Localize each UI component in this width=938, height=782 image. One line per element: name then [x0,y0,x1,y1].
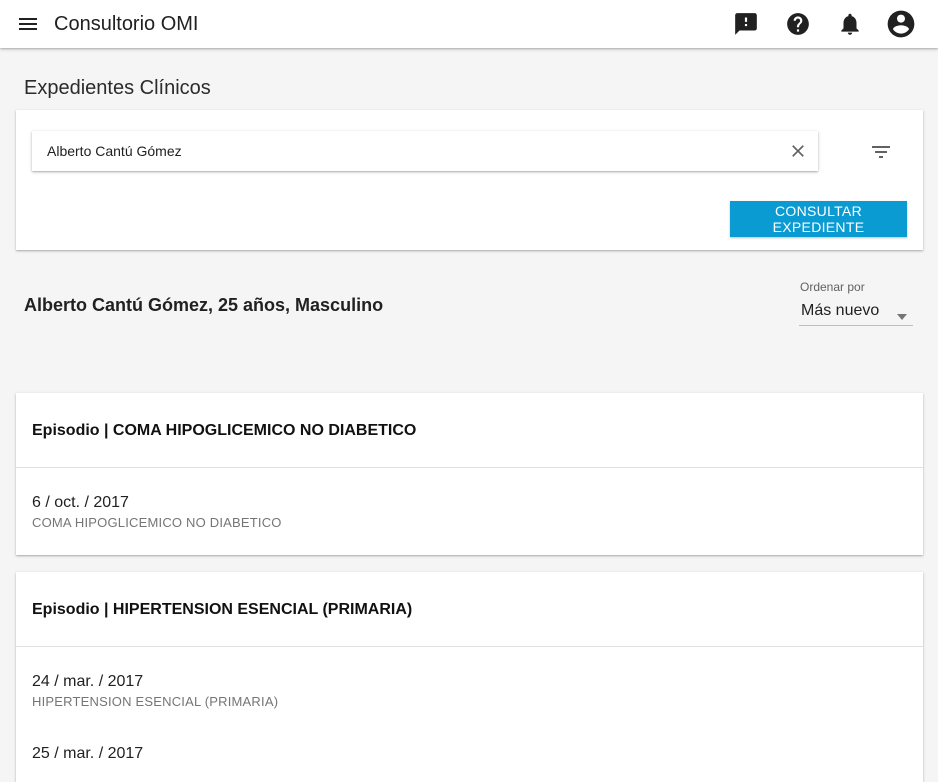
sort-select[interactable]: Más nuevo [799,299,913,326]
entry-date: 6 / oct. / 2017 [32,494,129,511]
episode-title: Episodio | HIPERTENSION ESENCIAL (PRIMAR… [32,601,413,618]
consult-record-button[interactable]: CONSULTAR EXPEDIENTE [730,201,907,237]
entry-description: COMA HIPOGLICEMICO NO DIABETICO [32,515,282,530]
chevron-down-icon [897,307,907,320]
page-title: Expedientes Clínicos [24,77,211,99]
search-card: CONSULTAR EXPEDIENTE [16,110,923,250]
menu-icon[interactable] [16,12,40,36]
entry-date: 25 / mar. / 2017 [32,745,144,762]
patient-heading: Alberto Cantú Gómez, 25 años, Masculino [24,295,384,315]
search-field [32,131,818,171]
filter-icon[interactable] [869,140,893,164]
close-icon[interactable] [788,141,808,161]
notifications-icon[interactable] [837,11,863,37]
episode-entry[interactable]: 25 / mar. / 2017 [32,744,143,766]
sort-label: Ordenar por [800,280,865,294]
search-input[interactable] [32,131,772,171]
episode-title: Episodio | COMA HIPOGLICEMICO NO DIABETI… [32,422,417,439]
entry-date: 24 / mar. / 2017 [32,673,144,690]
account-circle-icon[interactable] [885,8,917,40]
episode-divider [16,646,923,647]
episode-entry[interactable]: 24 / mar. / 2017 HIPERTENSION ESENCIAL (… [32,672,278,710]
app-bar: Consultorio OMI [0,0,938,48]
episode-card: Episodio | COMA HIPOGLICEMICO NO DIABETI… [16,393,923,555]
feedback-icon[interactable] [733,11,759,37]
entry-description: HIPERTENSION ESENCIAL (PRIMARIA) [32,694,279,709]
episode-entry[interactable]: 6 / oct. / 2017 COMA HIPOGLICEMICO NO DI… [32,493,282,531]
episode-card: Episodio | HIPERTENSION ESENCIAL (PRIMAR… [16,572,923,782]
help-icon[interactable] [785,11,811,37]
app-title: Consultorio OMI [54,13,199,35]
sort-selected-value: Más nuevo [801,302,880,319]
episode-divider [16,467,923,468]
